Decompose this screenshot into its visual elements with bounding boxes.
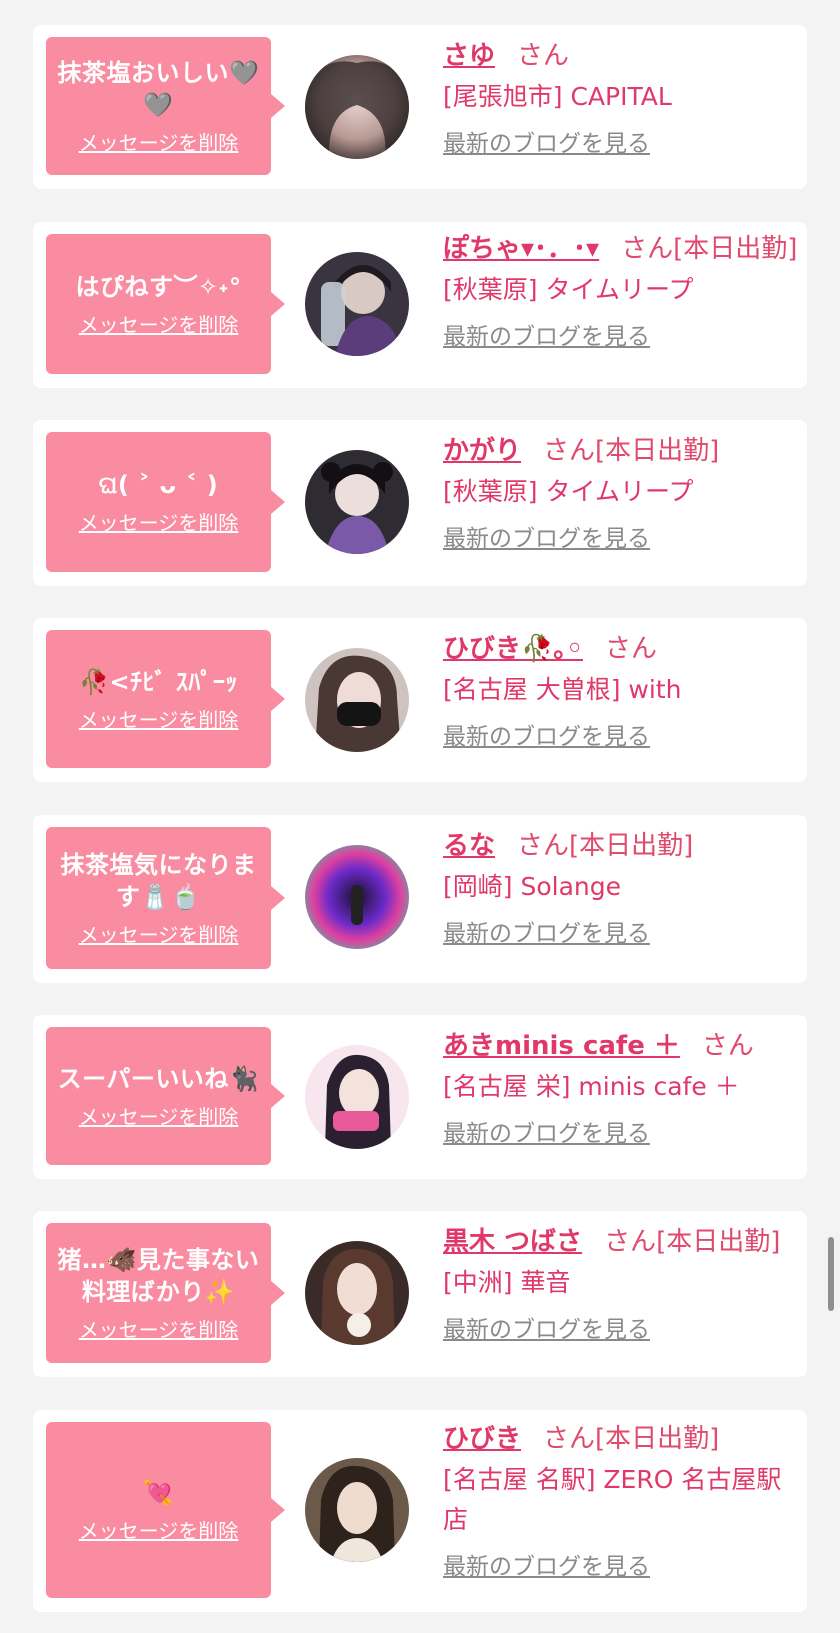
cast-name-link[interactable]: 黒木 つばさ [443,1227,582,1257]
message-text: スーパーいいね🐈‍⬛ [57,1065,260,1093]
message-text: 抹茶塩気になります🧂🍵 [60,851,257,911]
honorific: さん [605,634,658,664]
name-line: ひびき🥀｡◦ さん [443,632,803,666]
message-text: 🥀<ﾁﾋﾞ ｽﾊﾟｰｯ [79,668,238,696]
honorific: さん [604,1227,657,1257]
name-line: 黒木 つばさ さん[本日出勤] [443,1225,803,1259]
delete-message-link[interactable]: メッセージを削除 [79,1318,239,1342]
latest-blog-link[interactable]: 最新のブログを見る [443,1552,803,1582]
list-item: 猪…🐗見た事ない料理ばかり✨ メッセージを削除 黒木 つばさ さん[本日出勤] [… [33,1211,807,1377]
delete-message-link[interactable]: メッセージを削除 [79,131,239,155]
honorific: さん [517,41,570,71]
message-bubble: 猪…🐗見た事ない料理ばかり✨ メッセージを削除 [46,1223,285,1363]
list-item: 🥀<ﾁﾋﾞ ｽﾊﾟｰｯ メッセージを削除 ひびき🥀｡◦ さん [名古屋 大曽根] … [33,618,807,782]
shop-name: [名古屋 栄] minis cafe ＋ [443,1072,740,1101]
status-badge: [本日出勤] [595,1424,720,1454]
cast-name-link[interactable]: さゆ [443,41,495,71]
honorific: さん [701,1031,754,1061]
status-badge: [本日出勤] [569,831,694,861]
shop-name: [名古屋 大曽根] with [443,675,682,704]
scrollbar[interactable] [828,1237,834,1311]
delete-message-link[interactable]: メッセージを削除 [79,1105,239,1129]
latest-blog-link[interactable]: 最新のブログを見る [443,1119,803,1149]
avatar[interactable] [305,1045,409,1149]
name-line: さゆ さん [443,39,803,73]
shop-name: [秋葉原] タイムリープ [443,275,694,304]
delete-message-link[interactable]: メッセージを削除 [79,708,239,732]
honorific: さん [621,234,674,264]
message-bubble: 💘 メッセージを削除 [46,1422,285,1598]
message-bubble: 抹茶塩気になります🧂🍵 メッセージを削除 [46,827,285,969]
list-item: ଘ( ˃ ᴗ ˂ ) メッセージを削除 かがり さん[本日出勤] [秋葉原] タイ… [33,420,807,586]
name-line: あきminis cafe ＋ さん [443,1029,803,1063]
avatar[interactable] [305,450,409,554]
shop-name: [秋葉原] タイムリープ [443,477,694,506]
message-bubble: スーパーいいね🐈‍⬛ メッセージを削除 [46,1027,285,1165]
shop-name: [中洲] 華音 [443,1268,571,1297]
cast-name-link[interactable]: ぽちゃ▾･．･▾ [443,234,599,264]
list-item: 抹茶塩気になります🧂🍵 メッセージを削除 るな さん[本日出勤] [岡崎] Sol… [33,815,807,983]
message-bubble: 🥀<ﾁﾋﾞ ｽﾊﾟｰｯ メッセージを削除 [46,630,285,768]
cast-info: ひびき🥀｡◦ さん [名古屋 大曽根] with 最新のブログを見る [443,632,803,752]
message-bubble: 抹茶塩おいしい🩶🩶 メッセージを削除 [46,37,285,175]
cast-info: るな さん[本日出勤] [岡崎] Solange 最新のブログを見る [443,829,803,949]
shop-name: [岡崎] Solange [443,872,621,901]
latest-blog-link[interactable]: 最新のブログを見る [443,322,803,352]
shop-name: [尾張旭市] CAPITAL [443,82,672,111]
latest-blog-link[interactable]: 最新のブログを見る [443,1315,803,1345]
honorific: さん [543,1424,596,1454]
cast-info: かがり さん[本日出勤] [秋葉原] タイムリープ 最新のブログを見る [443,434,803,554]
list-item: 💘 メッセージを削除 ひびき さん[本日出勤] [名古屋 名駅] ZERO 名古屋… [33,1410,807,1612]
name-line: かがり さん[本日出勤] [443,434,803,468]
cast-name-link[interactable]: あきminis cafe ＋ [443,1031,680,1061]
name-line: ぽちゃ▾･．･▾ さん[本日出勤] [443,232,803,266]
status-badge: [本日出勤] [595,436,720,466]
shop-name: [名古屋 名駅] ZERO 名古屋駅店 [443,1465,782,1534]
message-text: はぴねす︶✧˖° [75,273,242,301]
latest-blog-link[interactable]: 最新のブログを見る [443,722,803,752]
avatar[interactable] [305,252,409,356]
message-text: 抹茶塩おいしい🩶🩶 [57,59,260,119]
honorific: さん [543,436,596,466]
message-text: 猪…🐗見た事ない料理ばかり✨ [57,1246,260,1306]
name-line: るな さん[本日出勤] [443,829,803,863]
cast-name-link[interactable]: ひびき🥀｡◦ [443,634,583,664]
avatar[interactable] [305,1241,409,1345]
cast-info: あきminis cafe ＋ さん [名古屋 栄] minis cafe ＋ 最新… [443,1029,803,1149]
list-item: 抹茶塩おいしい🩶🩶 メッセージを削除 さゆ さん [尾張旭市] CAPITAL 最… [33,25,807,189]
message-bubble: ଘ( ˃ ᴗ ˂ ) メッセージを削除 [46,432,285,572]
delete-message-link[interactable]: メッセージを削除 [79,923,239,947]
latest-blog-link[interactable]: 最新のブログを見る [443,129,803,159]
cast-info: ひびき さん[本日出勤] [名古屋 名駅] ZERO 名古屋駅店 最新のブログを見… [443,1422,803,1582]
status-badge: [本日出勤] [673,234,798,264]
avatar[interactable] [305,1458,409,1562]
name-line: ひびき さん[本日出勤] [443,1422,803,1456]
status-badge: [本日出勤] [656,1227,781,1257]
avatar[interactable] [305,55,409,159]
list-item: スーパーいいね🐈‍⬛ メッセージを削除 あきminis cafe ＋ さん [名古… [33,1015,807,1179]
cast-info: 黒木 つばさ さん[本日出勤] [中洲] 華音 最新のブログを見る [443,1225,803,1345]
message-bubble: はぴねす︶✧˖° メッセージを削除 [46,234,285,374]
cast-info: ぽちゃ▾･．･▾ さん[本日出勤] [秋葉原] タイムリープ 最新のブログを見る [443,232,803,352]
cast-name-link[interactable]: るな [443,831,495,861]
honorific: さん [517,831,570,861]
latest-blog-link[interactable]: 最新のブログを見る [443,919,803,949]
cast-name-link[interactable]: かがり [443,436,521,466]
message-text: 💘 [143,1479,174,1507]
delete-message-link[interactable]: メッセージを削除 [79,1519,239,1543]
delete-message-link[interactable]: メッセージを削除 [79,313,239,337]
avatar[interactable] [305,648,409,752]
cast-name-link[interactable]: ひびき [443,1424,521,1454]
avatar[interactable] [305,845,409,949]
message-text: ଘ( ˃ ᴗ ˂ ) [98,471,219,499]
delete-message-link[interactable]: メッセージを削除 [79,511,239,535]
latest-blog-link[interactable]: 最新のブログを見る [443,524,803,554]
list-item: はぴねす︶✧˖° メッセージを削除 ぽちゃ▾･．･▾ さん[本日出勤] [秋葉原]… [33,222,807,388]
cast-info: さゆ さん [尾張旭市] CAPITAL 最新のブログを見る [443,39,803,159]
